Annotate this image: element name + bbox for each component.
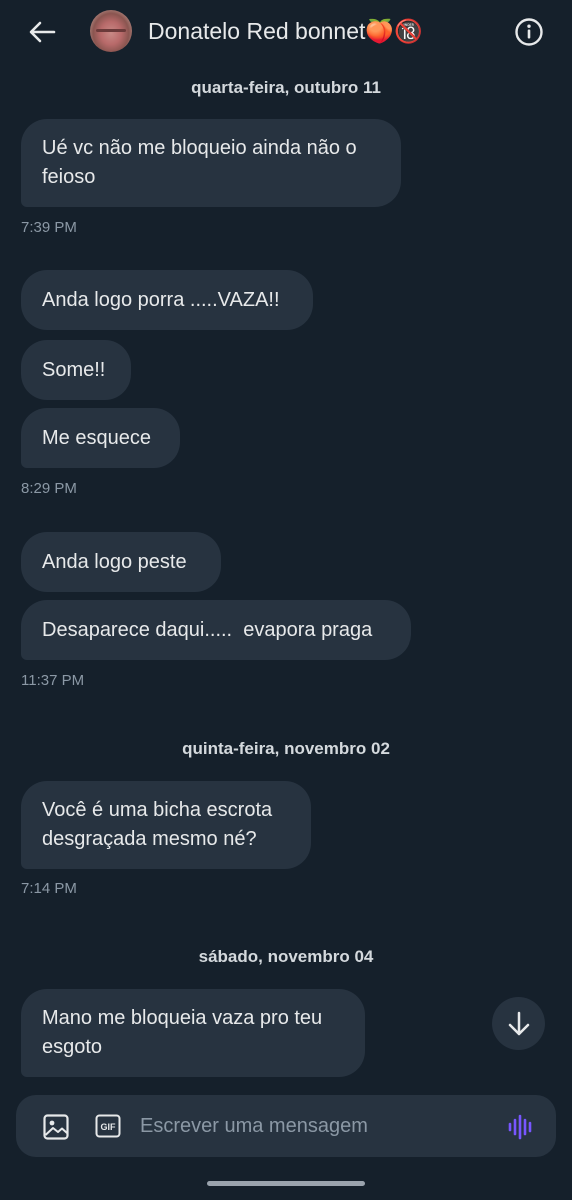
message-text: Some!! bbox=[42, 358, 106, 381]
message-timestamp: 7:14 PM bbox=[21, 880, 77, 897]
info-button[interactable] bbox=[512, 14, 546, 50]
message-timestamp: 11:37 PM bbox=[21, 672, 85, 689]
add-image-button[interactable] bbox=[42, 1113, 70, 1141]
message-bubble[interactable]: Anda logo porra .....VAZA!! bbox=[21, 270, 313, 330]
message-bubble[interactable]: Desaparece daqui..... evapora praga bbox=[21, 600, 411, 660]
message-text: Anda logo porra .....VAZA!! bbox=[42, 288, 280, 311]
date-separator: quinta-feira, novembro 02 bbox=[182, 739, 390, 758]
message-timestamp: 7:39 PM bbox=[21, 219, 77, 236]
arrow-down-icon bbox=[508, 1011, 529, 1035]
date-separator: sábado, novembro 04 bbox=[198, 947, 374, 966]
message-input[interactable] bbox=[140, 1110, 490, 1142]
home-indicator[interactable] bbox=[207, 1181, 365, 1186]
voice-wave-icon bbox=[508, 1114, 532, 1140]
gif-icon: GIF bbox=[95, 1114, 121, 1138]
voice-message-button[interactable] bbox=[506, 1113, 536, 1141]
message-bubble[interactable]: Você é uma bicha escrota desgraçada mesm… bbox=[21, 781, 311, 869]
message-text: Mano me bloqueia vaza pro teu esgoto bbox=[42, 1007, 323, 1058]
message-timestamp: 8:29 PM bbox=[21, 480, 77, 497]
message-text: Anda logo peste bbox=[42, 550, 187, 573]
chat-header: Donatelo Red bonnet🍑🔞 bbox=[0, 0, 572, 64]
message-bubble[interactable]: Anda logo peste bbox=[21, 532, 221, 592]
gif-label: GIF bbox=[101, 1122, 117, 1132]
message-text: Me esquece bbox=[42, 426, 151, 449]
message-composer: GIF bbox=[16, 1095, 556, 1157]
scroll-to-bottom-button[interactable] bbox=[492, 997, 545, 1050]
message-bubble[interactable]: Ué vc não me bloqueio ainda não o feioso bbox=[21, 119, 401, 207]
avatar[interactable] bbox=[90, 10, 132, 52]
image-icon bbox=[43, 1114, 69, 1140]
message-bubble[interactable]: Some!! bbox=[21, 340, 131, 400]
message-text: Desaparece daqui..... evapora praga bbox=[42, 618, 373, 641]
message-bubble[interactable]: Me esquece bbox=[21, 408, 180, 468]
back-button[interactable] bbox=[22, 14, 62, 50]
date-separator: quarta-feira, outubro 11 bbox=[191, 78, 381, 97]
arrow-left-icon bbox=[29, 21, 56, 43]
chat-name[interactable]: Donatelo Red bonnet🍑🔞 bbox=[148, 18, 423, 45]
info-icon bbox=[515, 18, 543, 46]
message-text: Você é uma bicha escrota desgraçada mesm… bbox=[42, 799, 273, 850]
message-bubble[interactable]: Mano me bloqueia vaza pro teu esgoto bbox=[21, 989, 365, 1077]
message-text: Ué vc não me bloqueio ainda não o feioso bbox=[42, 137, 357, 188]
add-gif-button[interactable]: GIF bbox=[95, 1114, 121, 1138]
